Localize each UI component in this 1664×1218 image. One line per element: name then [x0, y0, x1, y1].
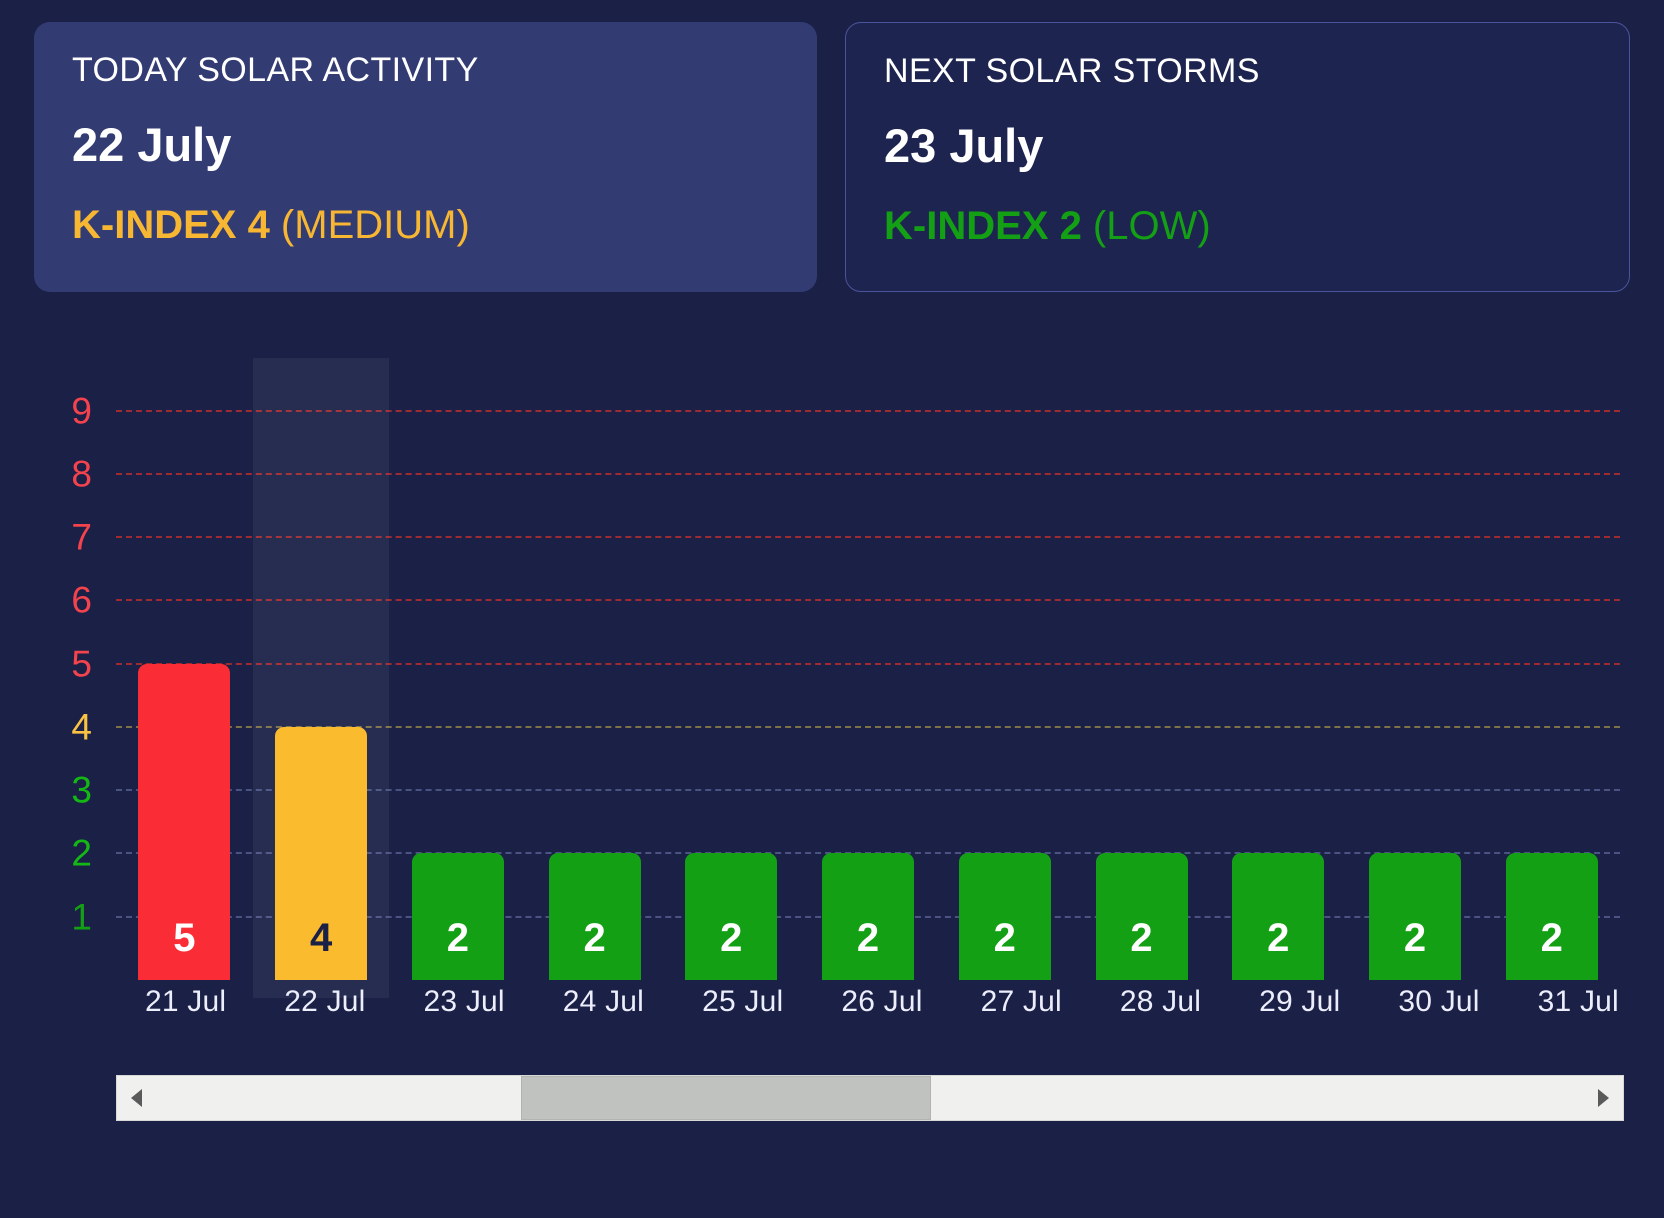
bar-26-jul[interactable]: 2	[822, 853, 915, 980]
bar-slot: 2	[1483, 360, 1620, 980]
x-axis-tick-label: 25 Jul	[702, 985, 784, 1018]
bar-value-label: 2	[583, 916, 606, 960]
kindex-value: K-INDEX 4	[72, 203, 270, 248]
kindex-level: (MEDIUM)	[269, 203, 470, 248]
bar-24-jul[interactable]: 2	[548, 853, 641, 980]
bar-23-jul[interactable]: 2	[411, 853, 504, 980]
x-axis-tick-label: 21 Jul	[145, 985, 227, 1018]
bar-slot: 2	[1347, 360, 1484, 980]
chart-plot-area: 9 8 7 6 5 4 3 2 1 5 4 2 2 2 2 2 2 2 2 2	[28, 358, 1636, 998]
card-title: NEXT SOLAR STORMS	[884, 52, 1260, 90]
y-axis-tick-4: 4	[71, 706, 92, 748]
y-axis-tick-labels: 9 8 7 6 5 4 3 2 1	[28, 360, 108, 980]
bar-value-label: 2	[1540, 916, 1563, 960]
x-axis-tick-label: 26 Jul	[841, 985, 923, 1018]
bar-value-label: 2	[1403, 916, 1427, 960]
bar-slot: 2	[936, 360, 1073, 980]
bar-value-label: 4	[309, 916, 333, 960]
today-solar-activity-card[interactable]: TODAY SOLAR ACTIVITY 22 July K-INDEX 4 (…	[34, 22, 817, 292]
card-date: 23 July	[884, 119, 1044, 173]
y-axis-tick-1: 1	[71, 896, 92, 938]
kindex-level: (LOW)	[1081, 204, 1211, 249]
x-axis-tick-label: 30 Jul	[1398, 985, 1480, 1018]
y-axis-tick-7: 7	[71, 516, 92, 558]
bar-28-jul[interactable]: 2	[1095, 853, 1188, 980]
bar-slot: 5	[116, 360, 253, 980]
bar-slot: 2	[526, 360, 663, 980]
scrollbar-track[interactable]	[157, 1076, 1583, 1120]
x-axis-tick-label: 27 Jul	[980, 985, 1062, 1018]
y-axis-tick-6: 6	[71, 579, 92, 621]
bar-21-jul[interactable]: 5	[138, 663, 231, 980]
card-kindex: K-INDEX 4 (MEDIUM)	[72, 203, 779, 247]
y-axis-tick-9: 9	[71, 390, 92, 432]
bar-slot: 2	[663, 360, 800, 980]
x-axis-tick-label: 22 Jul	[284, 985, 366, 1018]
bar-25-jul[interactable]: 2	[685, 853, 778, 980]
next-solar-storms-card[interactable]: NEXT SOLAR STORMS 23 July K-INDEX 2 (LOW…	[845, 22, 1630, 292]
bar-slot: 2	[1073, 360, 1210, 980]
bar-value-label: 2	[993, 916, 1016, 960]
x-axis-tick-label: 24 Jul	[562, 985, 645, 1018]
bar-22-jul[interactable]: 4	[275, 726, 368, 980]
y-axis-tick-3: 3	[71, 769, 92, 811]
x-axis-tick-label: 23 Jul	[423, 985, 505, 1018]
chart-horizontal-scrollbar[interactable]	[116, 1075, 1624, 1121]
bar-value-label: 2	[446, 916, 469, 960]
x-axis-tick-labels: 21 Jul 22 Jul 23 Jul 24 Jul 25 Jul 26 Jul 27 J…	[116, 985, 1648, 1019]
y-axis-tick-2: 2	[71, 832, 92, 874]
x-axis-tick-label: 31 Jul	[1537, 985, 1619, 1018]
bar-31-jul[interactable]: 2	[1505, 853, 1598, 980]
bar-value-label: 2	[1267, 916, 1290, 960]
bar-slot: 2	[389, 360, 526, 980]
bar-series: 5 4 2 2 2 2 2 2 2 2 2	[116, 360, 1620, 980]
bar-value-label: 2	[720, 916, 743, 960]
bar-value-label: 2	[856, 916, 880, 960]
bar-30-jul[interactable]: 2	[1368, 853, 1461, 980]
bar-27-jul[interactable]: 2	[958, 853, 1051, 980]
bar-slot: 4	[253, 360, 390, 980]
bar-slot: 2	[1210, 360, 1347, 980]
chart-grid-and-bars: 5 4 2 2 2 2 2 2 2 2 2	[116, 358, 1620, 998]
y-axis-tick-5: 5	[71, 643, 92, 685]
y-axis-tick-8: 8	[71, 453, 92, 495]
bar-29-jul[interactable]: 2	[1232, 853, 1325, 980]
summary-cards: TODAY SOLAR ACTIVITY 22 July K-INDEX 4 (…	[0, 0, 1664, 292]
solar-activity-dashboard: TODAY SOLAR ACTIVITY 22 July K-INDEX 4 (…	[0, 0, 1664, 1218]
card-kindex: K-INDEX 2 (LOW)	[884, 204, 1591, 248]
x-axis-tick-label: 28 Jul	[1119, 985, 1202, 1018]
card-title: TODAY SOLAR ACTIVITY	[72, 51, 479, 89]
scrollbar-thumb[interactable]	[520, 1076, 932, 1120]
bar-value-label: 2	[1130, 916, 1153, 960]
x-axis-tick-label: 29 Jul	[1259, 985, 1341, 1018]
kindex-value: K-INDEX 2	[884, 204, 1082, 249]
card-date: 22 July	[72, 118, 232, 172]
scroll-left-arrow-icon[interactable]	[117, 1076, 157, 1120]
scroll-right-arrow-icon[interactable]	[1583, 1076, 1623, 1120]
bar-slot: 2	[800, 360, 937, 980]
bar-value-label: 5	[173, 916, 196, 960]
